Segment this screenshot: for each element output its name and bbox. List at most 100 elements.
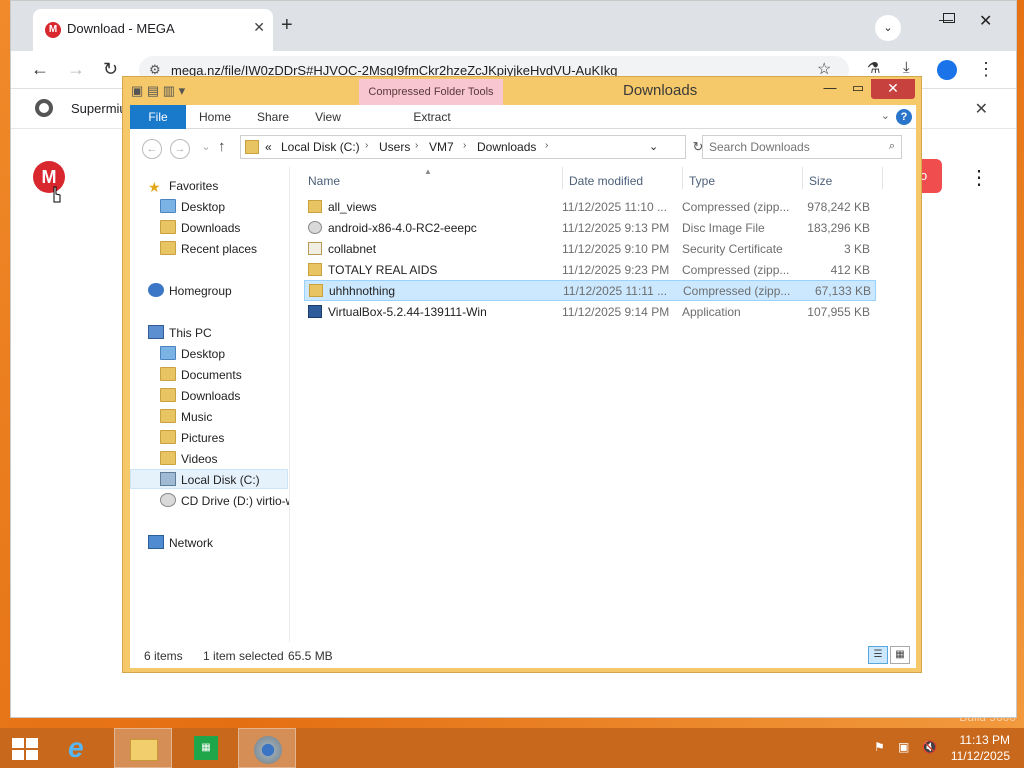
profile-avatar-icon[interactable]	[937, 60, 957, 80]
chrome-close-icon[interactable]: ✕	[979, 11, 992, 31]
chrome-icon	[254, 736, 282, 764]
forward-icon[interactable]: →	[170, 139, 190, 159]
explorer-minimize-icon[interactable]: —	[821, 79, 839, 99]
volume-muted-icon[interactable]: 🔇	[922, 740, 937, 754]
browser-tab-mega[interactable]: M Download - MEGA ✕	[33, 9, 273, 51]
info-bar-close-icon[interactable]: ✕	[975, 99, 988, 119]
breadcrumb-chevron-icon[interactable]: ›	[463, 140, 466, 151]
nav-network[interactable]: Network	[148, 533, 213, 553]
zip-folder-icon	[308, 200, 322, 213]
breadcrumb-downloads[interactable]: Downloads	[477, 140, 536, 154]
labs-flask-icon[interactable]: ⚗	[867, 59, 880, 77]
mouse-cursor-icon	[53, 186, 61, 203]
column-divider[interactable]	[882, 167, 883, 189]
back-icon[interactable]: ←	[142, 139, 162, 159]
search-box[interactable]: ⌕	[702, 135, 902, 159]
file-row[interactable]: TOTALY REAL AIDS 11/12/2025 9:23 PM Comp…	[304, 260, 876, 281]
column-divider[interactable]	[682, 167, 683, 189]
downloads-folder-icon	[160, 220, 176, 234]
breadcrumb-chevron-icon[interactable]: ›	[365, 140, 368, 151]
zip-folder-icon	[309, 284, 323, 297]
action-center-flag-icon[interactable]: ⚑	[874, 740, 885, 754]
column-divider[interactable]	[802, 167, 803, 189]
address-bar[interactable]: « Local Disk (C:) › Users › VM7 › Downlo…	[240, 135, 686, 159]
search-input[interactable]	[709, 140, 879, 154]
nav-pc-pictures[interactable]: Pictures	[160, 428, 224, 448]
breadcrumb-local-disk[interactable]: Local Disk (C:)	[281, 140, 360, 154]
large-icons-view-icon[interactable]: ▦	[890, 646, 910, 664]
disc-image-icon	[308, 221, 322, 234]
nav-favorites-downloads[interactable]: Downloads	[160, 218, 240, 238]
taskbar-file-explorer[interactable]	[114, 728, 172, 768]
ribbon-tab-file[interactable]: File	[130, 105, 186, 129]
recent-locations-icon[interactable]: ⌄	[196, 138, 216, 158]
ribbon-tab-share[interactable]: Share	[250, 105, 296, 129]
nav-pc-cd-drive[interactable]: CD Drive (D:) virtio-w	[160, 491, 289, 511]
ribbon-tab-home[interactable]: Home	[192, 105, 238, 129]
file-type: Compressed (zipp...	[682, 200, 790, 214]
tab-search-icon[interactable]: ⌄	[875, 15, 901, 41]
clock-time: 11:13 PM	[959, 733, 1010, 747]
details-view-icon[interactable]: ☰	[868, 646, 888, 664]
nav-pc-downloads[interactable]: Downloads	[160, 386, 240, 406]
address-overflow[interactable]: «	[265, 140, 272, 154]
cd-drive-icon	[160, 493, 176, 507]
explorer-close-icon[interactable]: ✕	[871, 79, 915, 99]
column-header-size[interactable]: Size	[809, 174, 832, 188]
breadcrumb-chevron-icon[interactable]: ›	[415, 140, 418, 151]
file-row-selected[interactable]: uhhhnothing 11/12/2025 11:11 ... Compres…	[304, 280, 876, 301]
file-row[interactable]: collabnet 11/12/2025 9:10 PM Security Ce…	[304, 239, 876, 260]
chrome-maximize-icon[interactable]	[943, 13, 955, 23]
network-tray-icon[interactable]: ▣	[898, 740, 909, 754]
back-arrow-icon[interactable]: ←	[31, 59, 49, 80]
explorer-maximize-icon[interactable]: ▭	[849, 79, 867, 99]
file-row[interactable]: VirtualBox-5.2.44-139111-Win 11/12/2025 …	[304, 302, 876, 323]
taskbar-chrome[interactable]	[238, 728, 296, 768]
breadcrumb-chevron-icon[interactable]: ›	[545, 140, 548, 151]
ribbon-tab-view[interactable]: View	[306, 105, 350, 129]
selection-count: 1 item selected	[203, 649, 284, 663]
search-icon[interactable]: ⌕	[889, 140, 895, 153]
file-date: 11/12/2025 9:10 PM	[562, 242, 670, 256]
address-dropdown-icon[interactable]: ⌄	[649, 140, 658, 153]
column-header-name[interactable]: Name	[308, 174, 340, 188]
breadcrumb-vm7[interactable]: VM7	[429, 140, 454, 154]
file-row[interactable]: android-x86-4.0-RC2-eeepc 11/12/2025 9:1…	[304, 218, 876, 239]
homegroup-icon	[148, 283, 164, 297]
new-tab-button[interactable]: +	[281, 15, 293, 35]
nav-pc-videos[interactable]: Videos	[160, 449, 217, 469]
ribbon-tab-extract[interactable]: Extract	[400, 105, 464, 129]
nav-pc-documents[interactable]: Documents	[160, 365, 242, 385]
taskbar-store[interactable]: ▦	[176, 728, 234, 768]
downloads-icon[interactable]: ⤓	[903, 59, 910, 76]
ribbon-expand-icon[interactable]: ⌄	[881, 109, 890, 122]
forward-arrow-icon[interactable]: →	[67, 59, 85, 80]
taskbar-clock[interactable]: 11:13 PM 11/12/2025	[951, 732, 1010, 764]
help-icon[interactable]: ?	[896, 109, 912, 125]
nav-homegroup[interactable]: Homegroup	[148, 281, 232, 301]
start-button[interactable]	[0, 728, 58, 768]
nav-favorites[interactable]: ★ Favorites	[148, 176, 218, 196]
chrome-menu-icon[interactable]: ⋮	[977, 59, 995, 80]
mega-menu-icon[interactable]: ⋮	[969, 165, 989, 190]
explorer-title-bar[interactable]: ▣ ▤ ▥ ▾ Compressed Folder Tools Download…	[123, 77, 921, 105]
file-name: all_views	[328, 200, 377, 214]
breadcrumb-users[interactable]: Users	[379, 140, 410, 154]
store-icon: ▦	[194, 736, 218, 760]
nav-pc-local-disk[interactable]: Local Disk (C:)	[130, 469, 288, 489]
taskbar-internet-explorer[interactable]: e	[52, 728, 110, 768]
nav-favorites-desktop[interactable]: Desktop	[160, 197, 225, 217]
column-header-type[interactable]: Type	[689, 174, 715, 188]
nav-pc-desktop[interactable]: Desktop	[160, 344, 225, 364]
quick-access-toolbar[interactable]: ▣ ▤ ▥ ▾	[131, 83, 185, 99]
compressed-folder-tools-tab[interactable]: Compressed Folder Tools	[359, 79, 503, 105]
reload-icon[interactable]: ↻	[103, 59, 118, 80]
column-divider[interactable]	[562, 167, 563, 189]
nav-pc-music[interactable]: Music	[160, 407, 212, 427]
file-row[interactable]: all_views 11/12/2025 11:10 ... Compresse…	[304, 197, 876, 218]
tab-close-icon[interactable]: ✕	[253, 19, 265, 36]
up-arrow-icon[interactable]: ↑	[218, 138, 226, 155]
column-header-date[interactable]: Date modified	[569, 174, 643, 188]
nav-this-pc[interactable]: This PC	[148, 323, 212, 343]
nav-recent-places[interactable]: Recent places	[160, 239, 257, 259]
